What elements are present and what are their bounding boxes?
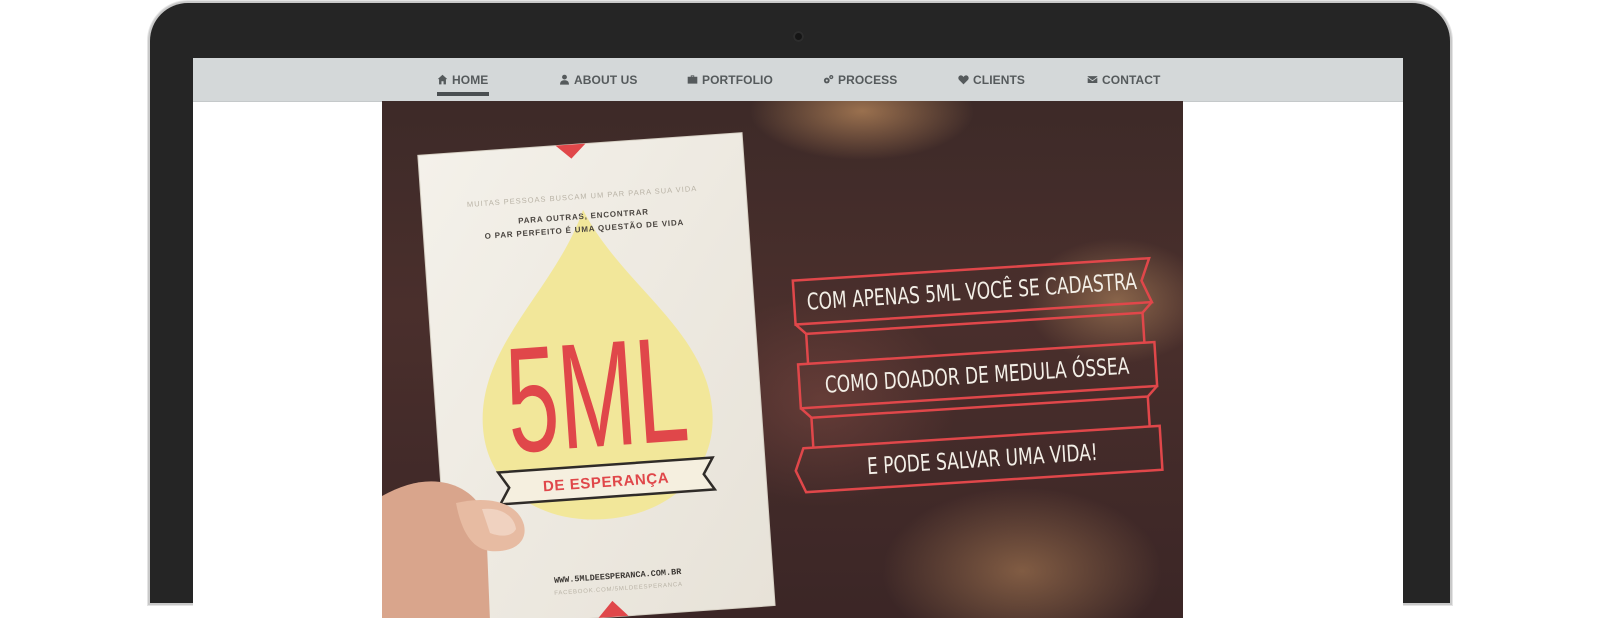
banner-fold-1c [806,311,1143,336]
banner-text-1: COM APENAS 5ML VOCÊ SE CADASTRA [806,267,1138,315]
hero-image: MUITAS PESSOAS BUSCAM UM PAR PARA SUA VI… [382,101,1183,618]
nav-label-contact: CONTACT [1102,72,1161,87]
home-icon [437,74,448,85]
nav-label-home: HOME [452,72,489,87]
active-indicator [437,92,489,96]
nav-label-process: PROCESS [838,72,898,87]
banner-fold-1 [794,323,810,364]
user-icon [560,74,569,85]
banner-fold-2b [810,417,815,448]
banner-fold-1b [1141,301,1153,343]
nav-label-about-us: ABOUT US [574,72,638,87]
top-navigation: HOME ABOUT US PORTFOLIO PROCESS CLIENTS [193,58,1403,102]
banner-text-3: E PODE SALVAR UMA VIDA! [866,438,1098,480]
camera-icon [793,31,804,42]
heart-icon [958,75,969,85]
envelope-icon [1087,76,1098,83]
gears-icon [823,75,834,84]
nav-about-us[interactable]: ABOUT US [559,58,637,101]
card-big-text: 5ML [501,306,693,485]
nav-contact[interactable]: CONTACT [1087,58,1160,101]
nav-label-clients: CLIENTS [973,72,1026,87]
nav-clients[interactable]: CLIENTS [958,58,1025,101]
laptop-frame: HOME ABOUT US PORTFOLIO PROCESS CLIENTS [150,3,1450,618]
screen: HOME ABOUT US PORTFOLIO PROCESS CLIENTS [193,58,1403,618]
nav-home[interactable]: HOME [437,58,489,101]
banner-fold-2c [1146,396,1151,427]
briefcase-icon [687,75,698,84]
nav-process[interactable]: PROCESS [823,58,897,101]
nav-label-portfolio: PORTFOLIO [702,72,773,87]
nav-portfolio[interactable]: PORTFOLIO [687,58,773,101]
banner-group: COM APENAS 5ML VOCÊ SE CADASTRA COMO DOA… [791,256,1164,494]
